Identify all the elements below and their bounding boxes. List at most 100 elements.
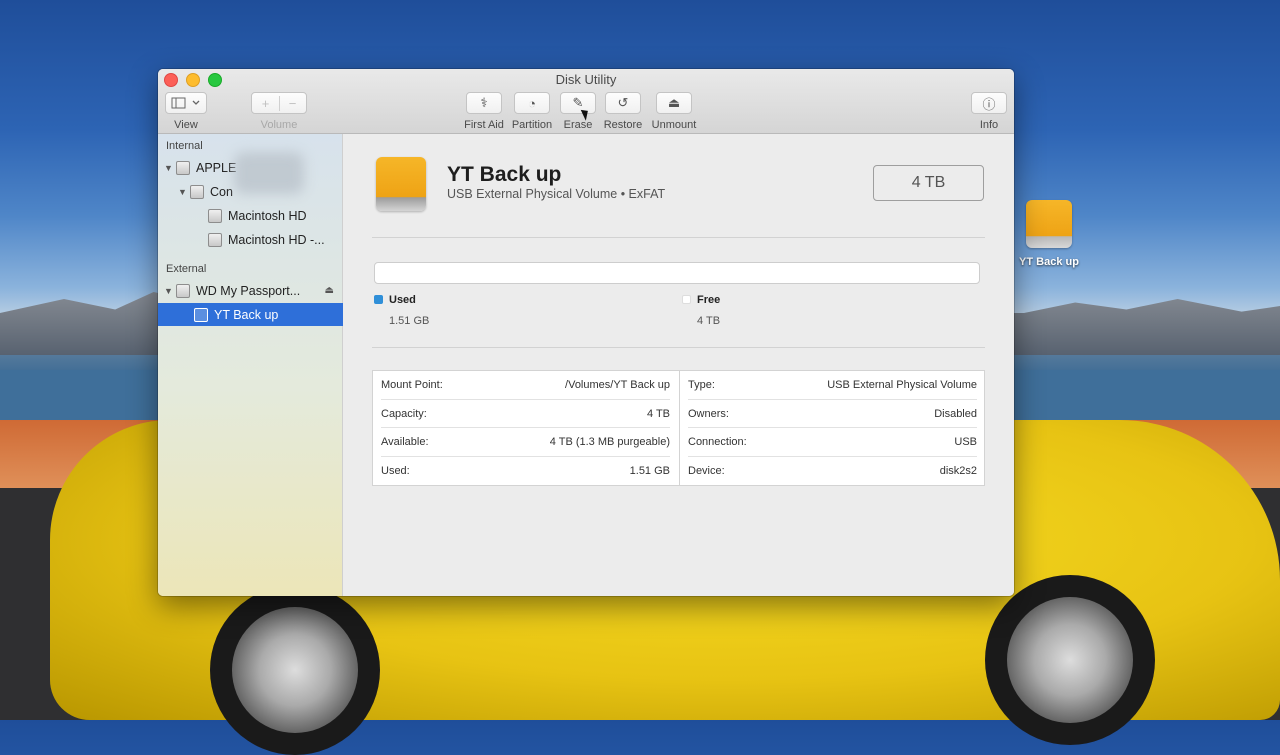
volume-subtitle: USB External Physical Volume • ExFAT: [447, 187, 666, 201]
disclosure-triangle-icon[interactable]: ▼: [178, 187, 190, 197]
info-icon: ⓘ: [982, 96, 996, 112]
info-row-type: Type: USB External Physical Volume: [680, 371, 985, 400]
info-row-connection: Connection: USB: [680, 428, 985, 457]
toolbar-partition[interactable]: ◔ Partition: [510, 92, 554, 131]
info-column-right: Type: USB External Physical Volume Owners…: [679, 371, 985, 485]
disclosure-triangle-icon[interactable]: ▼: [164, 286, 176, 296]
info-row-device: Device: disk2s2: [680, 457, 985, 486]
container-disk-icon: [190, 184, 204, 199]
minus-icon: −: [288, 95, 297, 111]
sidebar-section-internal: Internal: [166, 140, 203, 152]
info-value: Disabled: [934, 407, 977, 420]
legend-used: Used 1.51 GB: [374, 294, 429, 327]
info-value: /Volumes/YT Back up: [565, 379, 670, 392]
internal-disk-icon: [176, 160, 190, 175]
info-value: USB: [954, 436, 977, 449]
used-label: Used: [389, 294, 416, 306]
info-row-owners: Owners: Disabled: [680, 400, 985, 429]
toolbar-erase[interactable]: ✎ Erase: [558, 92, 598, 131]
capacity-badge: 4 TB: [873, 165, 984, 201]
free-swatch: [682, 295, 691, 304]
external-drive-icon: [376, 157, 426, 211]
info-table: Mount Point: /Volumes/YT Back up Capacity…: [372, 370, 985, 486]
volume-detail-pane: YT Back up USB External Physical Volume …: [343, 134, 1014, 596]
sidebar-item-label: Con: [210, 184, 233, 199]
unmount-icon: ⏏: [667, 95, 681, 110]
toolbar-first-aid[interactable]: ⚕ First Aid: [462, 92, 506, 131]
used-value: 1.51 GB: [389, 315, 430, 327]
external-volume-icon: [194, 307, 208, 322]
sidebar-toggle-icon: [171, 97, 200, 109]
info-row-capacity: Capacity: 4 TB: [373, 400, 678, 429]
first-aid-button[interactable]: ⚕: [466, 92, 502, 114]
toolbar-unmount[interactable]: ⏏ Unmount: [650, 92, 698, 131]
sidebar-item-label: APPLE: [196, 160, 237, 175]
partition-label: Partition: [511, 119, 553, 131]
toolbar-volume[interactable]: + − Volume: [251, 92, 307, 131]
info-row-used: Used: 1.51 GB: [373, 457, 678, 486]
free-label: Free: [697, 294, 721, 306]
toolbar-info[interactable]: ⓘ Info: [970, 92, 1008, 131]
restore-button[interactable]: ↺: [605, 92, 641, 114]
partition-button[interactable]: ◔: [514, 92, 550, 114]
first-aid-label: First Aid: [464, 119, 504, 131]
info-key: Capacity:: [381, 407, 427, 420]
info-value: 1.51 GB: [629, 464, 670, 477]
restore-arrow-icon: ↺: [617, 95, 629, 110]
redacted-blur: [234, 152, 304, 194]
view-label: View: [174, 119, 198, 131]
external-drive-icon: [1026, 200, 1072, 248]
info-row-available: Available: 4 TB (1.3 MB purgeable): [373, 428, 678, 457]
volume-disk-icon: [208, 232, 222, 247]
info-key: Type:: [688, 379, 715, 392]
sidebar: Internal ▼ APPLE ▼ Con Macintosh HD Maci…: [158, 134, 378, 596]
disclosure-triangle-icon[interactable]: ▼: [164, 163, 176, 173]
toolbar-view[interactable]: View: [164, 92, 208, 131]
volume-add-remove-button[interactable]: + −: [251, 92, 307, 114]
info-key: Connection:: [688, 436, 747, 449]
info-button[interactable]: ⓘ: [971, 92, 1007, 114]
sidebar-item-label: Macintosh HD: [228, 208, 307, 223]
desktop-volume-label: YT Back up: [1019, 256, 1079, 268]
volume-name: YT Back up: [447, 163, 562, 186]
titlebar: Disk Utility View + − Volume ⚕ First Aid…: [158, 69, 1014, 134]
info-value: disk2s2: [939, 464, 977, 477]
legend-free: Free 4 TB: [682, 294, 720, 327]
erase-button[interactable]: ✎: [560, 92, 596, 114]
info-key: Available:: [381, 436, 429, 449]
partition-pie-icon: ◔: [528, 95, 536, 111]
restore-label: Restore: [603, 119, 643, 131]
sidebar-item-wd-passport[interactable]: ▼ WD My Passport... ⏏: [158, 279, 348, 302]
eject-icon[interactable]: ⏏: [325, 285, 334, 296]
info-value: 4 TB (1.3 MB purgeable): [549, 436, 670, 449]
sidebar-item-label: Macintosh HD -...: [228, 232, 325, 247]
sidebar-item-label: YT Back up: [214, 307, 279, 322]
erase-label: Erase: [563, 119, 593, 131]
disk-utility-window: Disk Utility View + − Volume ⚕ First Aid…: [158, 69, 1014, 596]
info-key: Owners:: [688, 407, 729, 420]
divider: [372, 237, 985, 238]
info-key: Device:: [688, 464, 725, 477]
free-value: 4 TB: [697, 315, 721, 327]
info-label: Info: [979, 119, 999, 131]
divider: [372, 347, 985, 348]
info-row-mount-point: Mount Point: /Volumes/YT Back up: [373, 371, 678, 400]
car-wheel: [210, 585, 380, 755]
unmount-label: Unmount: [651, 119, 697, 131]
info-key: Used:: [381, 464, 410, 477]
plus-icon: +: [253, 95, 280, 111]
view-button[interactable]: [165, 92, 207, 114]
external-disk-icon: [176, 283, 190, 298]
unmount-button[interactable]: ⏏: [656, 92, 692, 114]
volume-disk-icon: [208, 208, 222, 223]
stethoscope-icon: ⚕: [480, 95, 488, 110]
desktop-volume-icon[interactable]: YT Back up: [1018, 200, 1080, 268]
toolbar-restore[interactable]: ↺ Restore: [601, 92, 645, 131]
info-value: 4 TB: [646, 407, 670, 420]
usage-bar: [374, 262, 980, 284]
info-column-left: Mount Point: /Volumes/YT Back up Capacity…: [373, 371, 678, 485]
info-value: USB External Physical Volume: [827, 379, 977, 392]
sidebar-section-external: External: [166, 263, 207, 275]
used-swatch: [374, 295, 383, 304]
window-title: Disk Utility: [555, 72, 617, 87]
